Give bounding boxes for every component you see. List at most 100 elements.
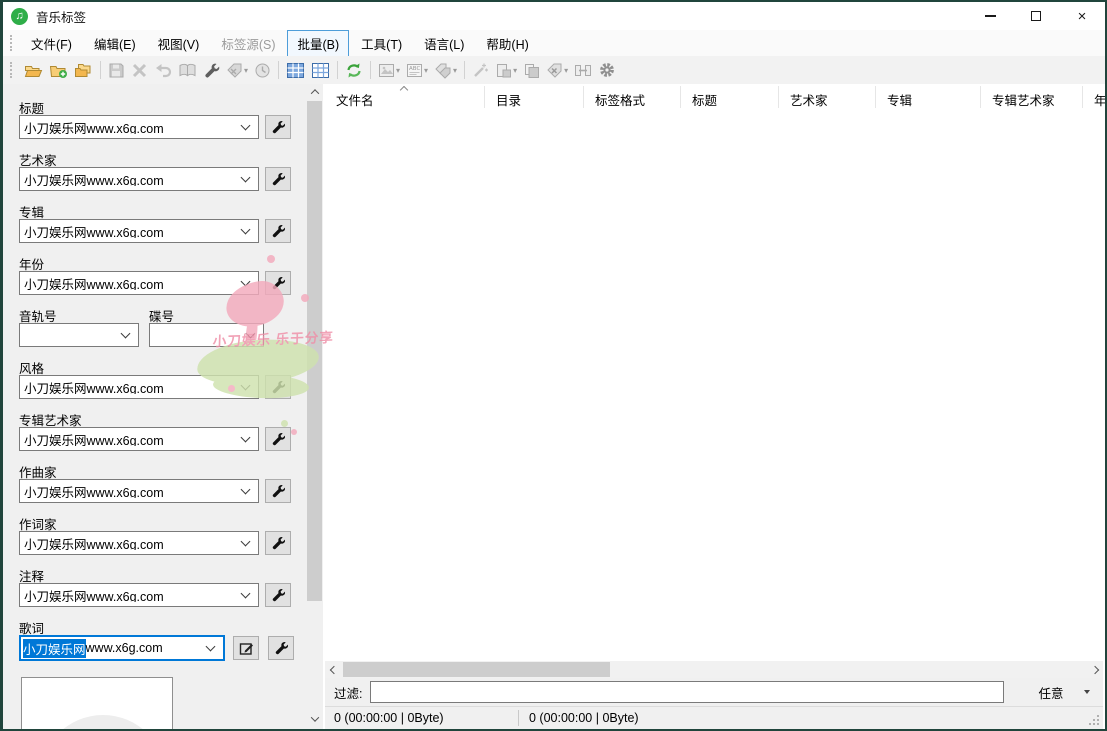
tag-field-input[interactable] <box>20 432 238 446</box>
tag-field-label: 风格 <box>19 358 294 372</box>
tag-field-label: 作词家 <box>19 514 294 528</box>
column-header-2[interactable]: 目录 <box>485 86 584 108</box>
tag-field-combo[interactable] <box>19 531 259 555</box>
column-header-8[interactable]: 年份 <box>1083 86 1105 108</box>
tag-field-input[interactable] <box>20 276 238 290</box>
refresh-icon[interactable] <box>343 58 365 82</box>
settings-gear-icon[interactable] <box>596 58 618 82</box>
clear-tag-icon: ▾ <box>544 58 570 82</box>
tag-field-input[interactable] <box>20 484 238 498</box>
maximize-button[interactable] <box>1013 2 1059 30</box>
add-folder-icon[interactable] <box>47 58 70 82</box>
horizontal-scrollbar[interactable] <box>325 661 1103 678</box>
toolbar-wrench-icon[interactable] <box>201 58 222 82</box>
menubar: 文件(F) 编辑(E) 视图(V) 标签源(S) 批量(B) 工具(T) 语言(… <box>3 30 1105 56</box>
menu-batch[interactable]: 批量(B) <box>287 30 349 57</box>
tag-field-combo[interactable] <box>19 271 259 295</box>
toolbar-gripper[interactable] <box>10 35 14 51</box>
tag-field-wrench-button[interactable] <box>265 115 291 139</box>
tag-field-wrench-button[interactable] <box>265 271 291 295</box>
menu-language[interactable]: 语言(L) <box>414 30 474 57</box>
lyrics-combo[interactable]: 小刀娱乐网 www.x6g.com <box>19 635 225 661</box>
tag-field-combo[interactable] <box>19 583 259 607</box>
track-number-combo[interactable] <box>19 323 139 347</box>
tag-field-combo[interactable] <box>19 375 259 399</box>
column-header-7[interactable]: 专辑艺术家 <box>981 86 1083 108</box>
tag-field-input[interactable] <box>20 588 238 602</box>
minimize-button[interactable] <box>967 2 1013 30</box>
lyrics-selected-text: 小刀娱乐网 <box>23 639 86 658</box>
wrench-icon <box>271 276 285 290</box>
grid-view-outline-icon[interactable] <box>309 58 332 82</box>
column-header-3[interactable]: 标签格式 <box>584 86 681 108</box>
tag-field: 艺术家 <box>19 150 294 191</box>
tag-field-input[interactable] <box>20 172 238 186</box>
tag-field-wrench-button[interactable] <box>265 531 291 555</box>
scroll-up-button[interactable] <box>306 84 323 100</box>
toolbar-gripper-2[interactable] <box>10 62 14 78</box>
grid-view-filled-icon[interactable] <box>284 58 307 82</box>
filter-mode-dropdown[interactable]: 任意 <box>1003 680 1099 704</box>
library-book-icon <box>176 58 199 82</box>
scroll-left-button[interactable] <box>325 661 342 678</box>
menu-file[interactable]: 文件(F) <box>21 30 82 57</box>
filter-input[interactable] <box>370 681 1004 703</box>
column-header-5[interactable]: 艺术家 <box>779 86 876 108</box>
tag-field-combo[interactable] <box>19 479 259 503</box>
tag-field-input[interactable] <box>20 380 238 394</box>
file-list-area: 文件名目录标签格式标题艺术家专辑专辑艺术家年份 过滤: 任意 0 (00:00:… <box>323 84 1105 729</box>
lyrics-wrench-button[interactable] <box>268 636 294 660</box>
menu-view[interactable]: 视图(V) <box>148 30 210 57</box>
tag-field: 风格 <box>19 358 294 399</box>
undo-icon <box>152 58 174 82</box>
scroll-down-button[interactable] <box>306 711 323 727</box>
tag-field-input[interactable] <box>20 536 238 550</box>
tag-field-wrench-button[interactable] <box>265 219 291 243</box>
status-selected: 0 (00:00:00 | 0Byte) <box>519 711 639 725</box>
tag-field-label: 艺术家 <box>19 150 294 164</box>
column-header-6[interactable]: 专辑 <box>876 86 981 108</box>
wrench-icon <box>271 588 285 602</box>
scrollbar-thumb[interactable] <box>343 662 610 677</box>
tag-field-input[interactable] <box>20 120 238 134</box>
tag-field-combo[interactable] <box>19 219 259 243</box>
tag-field-wrench-button[interactable] <box>265 375 291 399</box>
paste-tag-icon: ▾ <box>493 58 519 82</box>
scrollbar-thumb[interactable] <box>307 101 322 601</box>
tag-field-input[interactable] <box>20 224 238 238</box>
tag-field-wrench-button[interactable] <box>265 167 291 191</box>
tag-field-combo[interactable] <box>19 167 259 191</box>
close-button[interactable]: × <box>1059 2 1105 30</box>
scroll-right-button[interactable] <box>1086 661 1103 678</box>
album-art-placeholder-circle <box>40 715 166 731</box>
edit-icon <box>239 641 254 656</box>
chevron-down-icon <box>121 328 131 338</box>
column-header-4[interactable]: 标题 <box>681 86 779 108</box>
resize-grip[interactable] <box>1097 723 1099 725</box>
folder-stack-icon[interactable] <box>72 58 95 82</box>
disc-number-combo[interactable] <box>149 323 264 347</box>
chevron-down-icon <box>241 588 251 598</box>
disc-number-input[interactable] <box>150 328 243 342</box>
tag-field-combo[interactable] <box>19 115 259 139</box>
toolbar: ▾ ▾ ABC▾ ▾ ▾ <box>3 56 1105 84</box>
titlebar: ♫ 音乐标签 × <box>3 2 1105 30</box>
menu-tools[interactable]: 工具(T) <box>351 30 412 57</box>
status-total: 0 (00:00:00 | 0Byte) <box>325 711 518 725</box>
tag-field: 标题 <box>19 98 294 139</box>
menu-edit[interactable]: 编辑(E) <box>84 30 146 57</box>
tag-field: 作词家 <box>19 514 294 555</box>
tag-field-wrench-button[interactable] <box>265 583 291 607</box>
wrench-icon <box>271 380 285 394</box>
album-art-box[interactable] <box>21 677 173 731</box>
track-number-input[interactable] <box>20 328 118 342</box>
tag-field-wrench-button[interactable] <box>265 427 291 451</box>
open-folder-icon[interactable] <box>22 58 45 82</box>
tag-field: 注释 <box>19 566 294 607</box>
tag-field-wrench-button[interactable] <box>265 479 291 503</box>
tag-field: 年份 <box>19 254 294 295</box>
tag-field-combo[interactable] <box>19 427 259 451</box>
menu-help[interactable]: 帮助(H) <box>476 30 538 57</box>
lyrics-edit-button[interactable] <box>233 636 259 660</box>
panel-scrollbar[interactable] <box>306 84 323 727</box>
